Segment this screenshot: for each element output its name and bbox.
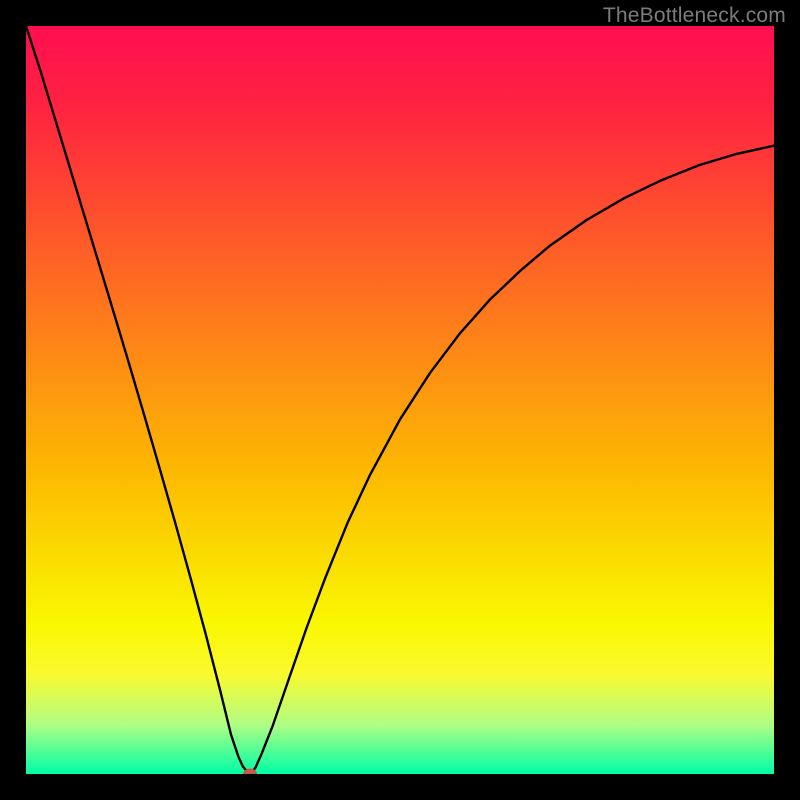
curve-svg [26,26,774,774]
min-marker [243,769,257,775]
chart-frame: TheBottleneck.com [0,0,800,800]
curve-left [26,26,249,773]
watermark-text: TheBottleneck.com [603,4,786,28]
plot-area [26,26,774,774]
curve-right [252,146,774,773]
